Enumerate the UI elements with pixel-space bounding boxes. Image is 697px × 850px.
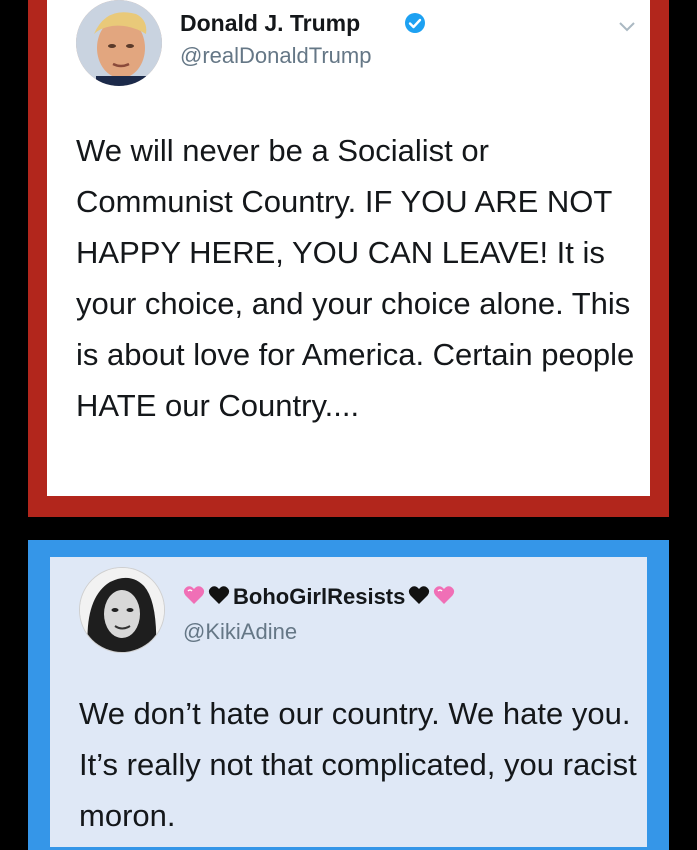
avatar[interactable] — [76, 0, 162, 86]
chevron-down-icon[interactable] — [618, 20, 636, 38]
user-handle[interactable]: @realDonaldTrump — [180, 43, 371, 69]
pink-heart-icon — [183, 585, 205, 610]
profile-photo-icon — [80, 568, 164, 652]
display-name[interactable]: Donald J. Trump — [180, 10, 360, 37]
display-name-row[interactable]: BohoGirlResists — [183, 584, 455, 610]
profile-photo-icon — [76, 0, 162, 86]
avatar[interactable] — [79, 567, 165, 653]
tweet-text: We will never be a Socialist or Communis… — [76, 133, 635, 423]
verified-badge-icon — [404, 12, 426, 39]
tweet-text: We don’t hate our country. We hate you. … — [79, 696, 637, 833]
black-heart-icon — [208, 585, 230, 610]
user-handle[interactable]: @KikiAdine — [183, 619, 297, 645]
black-heart-icon — [408, 585, 430, 610]
display-name: BohoGirlResists — [233, 584, 406, 609]
pink-heart-icon — [433, 585, 455, 610]
